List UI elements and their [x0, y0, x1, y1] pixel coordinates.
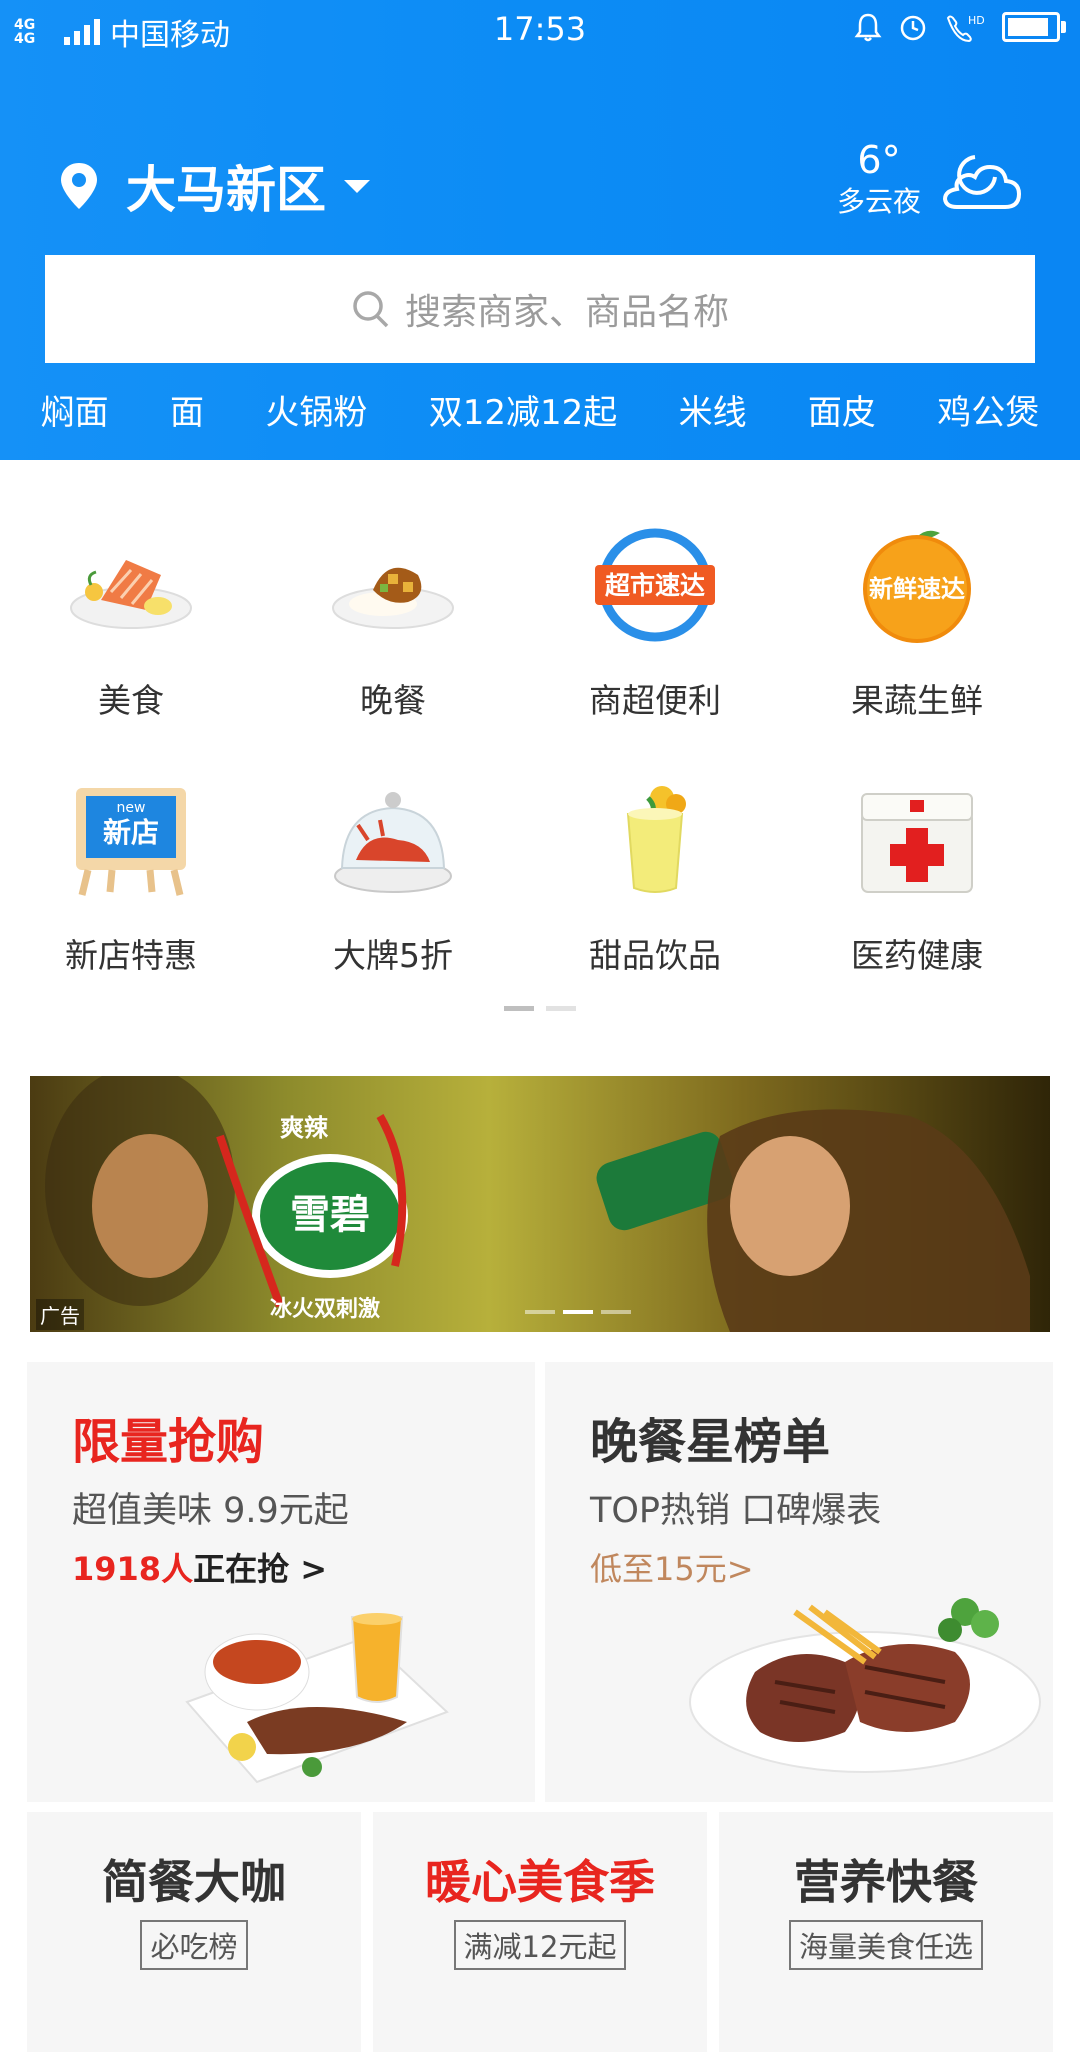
mini-card-tag: 必吃榜 [140, 1920, 248, 1970]
category-medicine[interactable]: 医药健康 [786, 755, 1048, 1010]
chevron-down-icon [344, 179, 370, 193]
category-big-brand[interactable]: 大牌5折 [262, 755, 524, 1010]
category-label: 新店特惠 [65, 936, 197, 975]
location-pin-icon [61, 163, 97, 209]
category-dinner[interactable]: 晚餐 [262, 500, 524, 755]
category-food[interactable]: 美食 [0, 500, 262, 755]
bell-icon [854, 13, 882, 42]
lobster-dome-icon [328, 775, 458, 905]
hot-word[interactable]: 火锅粉 [265, 385, 367, 434]
category-drinks[interactable]: 甜品饮品 [524, 755, 786, 1010]
hot-search-bar: 焖面 面 火锅粉 双12减12起 米线 面皮 鸡公煲 [0, 385, 1080, 434]
mini-card-title: 简餐大咖 [102, 1855, 286, 1909]
weather-widget[interactable]: 6° 多云夜 [837, 140, 1025, 220]
mini-card-title: 营养快餐 [794, 1855, 978, 1909]
category-label: 商超便利 [589, 681, 721, 720]
new-store-icon: new 新店 [66, 775, 196, 905]
category-label: 大牌5折 [333, 936, 453, 975]
banner-indicator [525, 1310, 631, 1314]
banner-dot [525, 1310, 555, 1314]
icon-text: 新店 [103, 816, 159, 849]
category-fresh[interactable]: 新鲜速达 果蔬生鲜 [786, 500, 1048, 755]
status-bar: 4G 4G 中国移动 17:53 HD [0, 0, 1080, 60]
search-icon [353, 291, 389, 328]
category-new-store[interactable]: new 新店 新店特惠 [0, 755, 262, 1010]
dinner-rank-card[interactable]: 晚餐星榜单 TOP热销 口碑爆表 低至15元> [545, 1362, 1053, 1802]
drink-cup-icon [590, 775, 720, 905]
category-label: 甜品饮品 [589, 936, 721, 975]
hot-word[interactable]: 鸡公煲 [937, 385, 1039, 434]
category-label: 晚餐 [360, 681, 426, 720]
mini-card-fast-food[interactable]: 营养快餐 海量美食任选 [719, 1812, 1053, 2052]
dinner-rank-food-image [689, 1598, 1041, 1773]
page-dot [546, 1006, 576, 1011]
search-placeholder: 搜索商家、商品名称 [404, 292, 729, 333]
hd-call-icon: HD [946, 14, 985, 42]
banner-artwork: 雪碧 爽辣 冰火双刺激 [45, 1076, 1030, 1332]
category-label: 美食 [98, 681, 164, 720]
banner-brand: 雪碧 [290, 1192, 370, 1238]
hot-word[interactable]: 米线 [679, 385, 747, 434]
city-name: 大马新区 [126, 161, 326, 219]
mini-card-tag: 满减12元起 [453, 1920, 627, 1970]
alarm-icon [900, 15, 926, 41]
mini-card-simple-meal[interactable]: 简餐大咖 必吃榜 [27, 1812, 361, 2052]
hot-word[interactable]: 面皮 [808, 385, 876, 434]
banner-slogan-bottom: 冰火双刺激 [270, 1296, 380, 1322]
hot-word[interactable]: 面 [170, 385, 204, 434]
icon-badge: new [117, 800, 146, 816]
weather-condition: 多云夜 [836, 185, 921, 218]
category-supermarket[interactable]: 超市速达 商超便利 [524, 500, 786, 755]
flash-sale-food-image [185, 1613, 449, 1784]
search-input[interactable]: 搜索商家、商品名称 [45, 255, 1035, 363]
category-grid: 美食 晚餐 超市速达 商超便利 新鲜速达 果蔬生鲜 new 新店 新店特惠 大牌… [0, 500, 1080, 1010]
hot-word[interactable]: 双12减12起 [429, 385, 618, 434]
banner-dot-active [563, 1310, 593, 1314]
mini-card-tag: 海量美食任选 [788, 1920, 983, 1970]
page-indicator [0, 1006, 1080, 1011]
ad-banner[interactable]: 雪碧 爽辣 冰火双刺激 广告 [30, 1076, 1050, 1332]
header: 4G 4G 中国移动 17:53 HD 大马新区 6° 多云夜 搜索商家、商品名… [0, 0, 1080, 460]
category-label: 果蔬生鲜 [851, 681, 983, 720]
page-dot-active [504, 1006, 534, 1011]
ad-label: 广告 [36, 1299, 84, 1330]
temperature: 6° [857, 138, 901, 182]
banner-slogan-top: 爽辣 [280, 1114, 329, 1142]
category-label: 医药健康 [851, 936, 983, 975]
dinner-rice-icon [328, 520, 458, 650]
supermarket-express-icon: 超市速达 [590, 520, 720, 650]
icon-text: 超市速达 [605, 571, 705, 600]
flash-sale-card[interactable]: 限量抢购 超值美味 9.9元起 1918人正在抢 > [27, 1362, 535, 1802]
hot-word[interactable]: 焖面 [41, 385, 109, 434]
battery-icon [1002, 12, 1066, 42]
svg-text:HD: HD [968, 14, 985, 27]
banner-dot [601, 1310, 631, 1314]
medicine-kit-icon [852, 775, 982, 905]
mini-card-title: 暖心美食季 [425, 1855, 655, 1909]
location-selector[interactable]: 大马新区 [58, 150, 370, 222]
icon-text: 新鲜速达 [869, 575, 965, 603]
food-salmon-icon [66, 520, 196, 650]
mini-card-warm-food[interactable]: 暖心美食季 满减12元起 [373, 1812, 707, 2052]
fresh-express-icon: 新鲜速达 [852, 520, 982, 650]
cloud-night-icon [942, 155, 1022, 209]
